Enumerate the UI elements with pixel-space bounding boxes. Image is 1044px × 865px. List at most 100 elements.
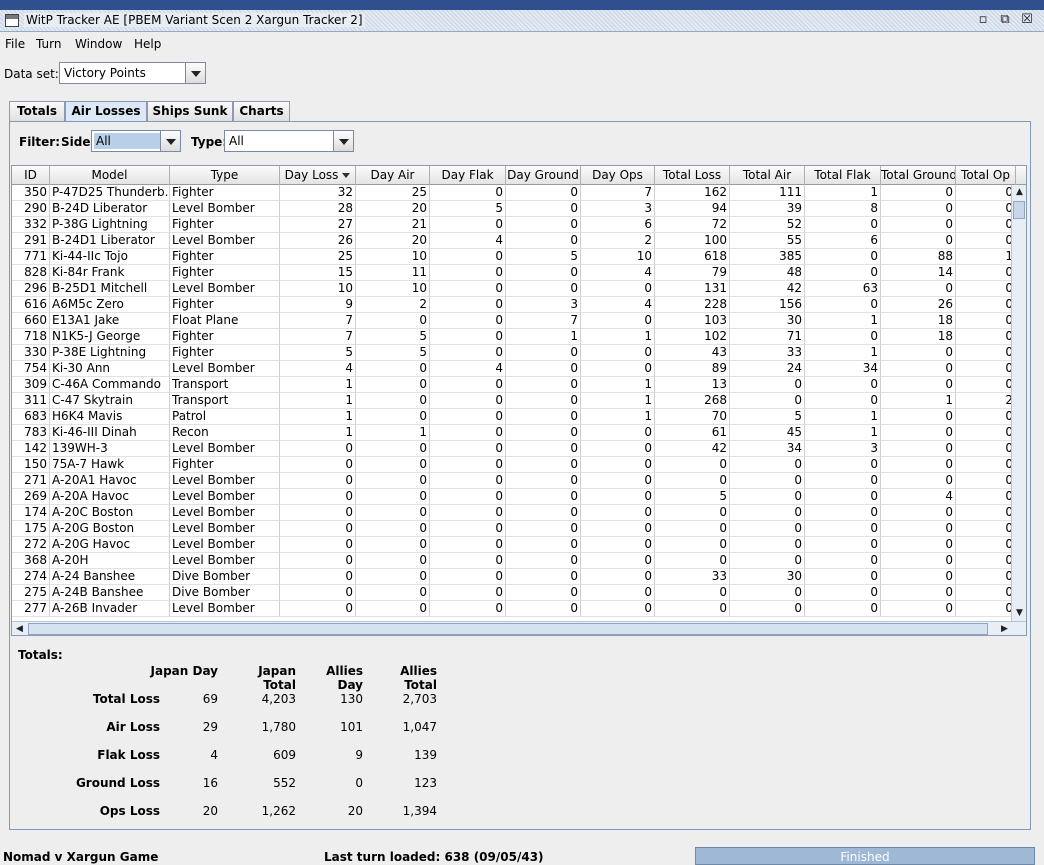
table-row[interactable]: 616A6M5c ZeroFighter920342281560260	[12, 297, 1012, 313]
type-select[interactable]: All	[224, 130, 354, 152]
totals-value: 1,780	[261, 720, 296, 734]
column-header[interactable]: Type	[170, 166, 280, 185]
table-cell: 0	[430, 569, 506, 585]
vertical-scrollbar[interactable]: ▲ ▼	[1011, 185, 1026, 621]
table-cell: 0	[430, 553, 506, 569]
column-header[interactable]: Total Loss	[655, 166, 730, 185]
menu-help[interactable]: Help	[134, 37, 161, 51]
table-row[interactable]: 368A-20HLevel Bomber0000000000	[12, 553, 1012, 569]
filter-label: Filter:	[19, 135, 61, 149]
table-row[interactable]: 311C-47 SkytrainTransport100012680012	[12, 393, 1012, 409]
menu-turn[interactable]: Turn	[36, 37, 61, 51]
table-cell: 0	[356, 457, 430, 473]
menu-file[interactable]: File	[5, 37, 25, 51]
table-row[interactable]: 175A-20G BostonLevel Bomber0000000000	[12, 521, 1012, 537]
table-row[interactable]: 683H6K4 MavisPatrol10001705100	[12, 409, 1012, 425]
table-row[interactable]: 291 B-24D1 Liberator Level Bomber 26 20 4 0 2 10…	[12, 233, 1012, 249]
column-header[interactable]: Day Air	[356, 166, 430, 185]
table-row[interactable]: 15075A-7 HawkFighter0000000000	[12, 457, 1012, 473]
totals-row-label: Ops Loss	[99, 804, 160, 818]
table-row[interactable]: 277A-26B InvaderLevel Bomber0000000000	[12, 601, 1012, 617]
dataset-select[interactable]: Victory Points	[59, 62, 206, 84]
table-row[interactable]: 783Ki-46-III DinahRecon110006145100	[12, 425, 1012, 441]
table-cell: Level Bomber	[170, 601, 280, 617]
scroll-down-icon[interactable]: ▼	[1012, 606, 1026, 621]
column-header[interactable]: Total Op	[956, 166, 1016, 185]
scroll-up-icon[interactable]: ▲	[1012, 185, 1026, 200]
column-header[interactable]: ID	[12, 166, 50, 185]
table-cell: A6M5c Zero	[50, 297, 170, 313]
table-row[interactable]: 309C-46A CommandoTransport10001130000	[12, 377, 1012, 393]
table-cell: 10	[356, 281, 430, 297]
table-cell: 5	[730, 409, 805, 425]
table-cell: 0	[805, 601, 881, 617]
table-row[interactable]: 771 Ki-44-IIc Tojo Fighter 25 10 0 5 10 618 385 0 8…	[12, 249, 1012, 265]
table-cell: 0	[430, 601, 506, 617]
column-header[interactable]: Day Ops	[581, 166, 655, 185]
table-cell: 0	[956, 361, 1012, 377]
table-row[interactable]: 718N1K5-J GeorgeFighter75011102710180	[12, 329, 1012, 345]
tab-charts[interactable]: Charts	[233, 101, 290, 121]
table-cell: 10	[280, 281, 356, 297]
table-row[interactable]: 142139WH-3Level Bomber000004234300	[12, 441, 1012, 457]
table-row[interactable]: 174A-20C BostonLevel Bomber0000000000	[12, 505, 1012, 521]
maximize-icon[interactable]: ⧉	[996, 12, 1014, 29]
chevron-down-icon[interactable]	[160, 131, 180, 151]
column-header[interactable]: Total Air	[730, 166, 805, 185]
table-cell: N1K5-J George	[50, 329, 170, 345]
table-cell: 0	[956, 585, 1012, 601]
window-titlebar[interactable]: WitP Tracker AE [PBEM Variant Scen 2 Xar…	[0, 10, 1044, 32]
table-row[interactable]: 350 P-47D25 Thunderb... Fighter 32 25 0 0 7 162 1…	[12, 185, 1012, 201]
table-row[interactable]: 271A-20A1 HavocLevel Bomber0000000000	[12, 473, 1012, 489]
tab-totals[interactable]: Totals	[9, 101, 65, 121]
table-cell: 828	[12, 265, 50, 281]
column-header-label: Total Air	[742, 168, 792, 182]
column-header[interactable]: Day Loss	[280, 166, 356, 185]
table-cell: 89	[655, 361, 730, 377]
close-icon[interactable]: ☒	[1018, 12, 1036, 29]
table-row[interactable]: 290 B-24D Liberator Level Bomber 28 20 5 0 3 94 3…	[12, 201, 1012, 217]
table-cell: 5	[506, 249, 581, 265]
tab-air-losses[interactable]: Air Losses	[65, 101, 147, 122]
table-cell: 0	[356, 393, 430, 409]
column-header[interactable]: Day Ground	[506, 166, 581, 185]
column-header[interactable]: Total Flak	[805, 166, 881, 185]
table-row[interactable]: 330P-38E LightningFighter550004333100	[12, 345, 1012, 361]
vertical-scroll-thumb[interactable]	[1013, 201, 1025, 219]
chevron-down-icon[interactable]	[185, 63, 205, 83]
horizontal-scrollbar[interactable]: ◀ ▶	[12, 621, 1026, 635]
table-row[interactable]: 275A-24B BansheeDive Bomber0000000000	[12, 585, 1012, 601]
table-cell: 0	[805, 473, 881, 489]
menu-window[interactable]: Window	[75, 37, 122, 51]
side-select[interactable]: All	[91, 130, 181, 152]
totals-value: 9	[355, 748, 363, 762]
scroll-right-icon[interactable]: ▶	[997, 622, 1012, 635]
table-cell: 0	[881, 425, 956, 441]
table-row[interactable]: 828Ki-84r FrankFighter151100479480140	[12, 265, 1012, 281]
chevron-down-icon[interactable]	[333, 131, 353, 151]
table-cell: 0	[956, 441, 1012, 457]
table-row[interactable]: 269A-20A HavocLevel Bomber0000050040	[12, 489, 1012, 505]
table-row[interactable]: 660E13A1 JakeFloat Plane70070103301180	[12, 313, 1012, 329]
table-cell: 0	[581, 537, 655, 553]
table-row[interactable]: 332P-38G LightningFighter27210067252000	[12, 217, 1012, 233]
minimize-icon[interactable]: ▫	[974, 12, 992, 29]
column-header[interactable]: Day Flak	[430, 166, 506, 185]
table-cell: 0	[430, 217, 506, 233]
table-cell: 6	[805, 233, 881, 249]
totals-header-allies-total: Allies Total	[400, 664, 437, 692]
table-cell: 0	[956, 521, 1012, 537]
table-cell: 0	[956, 569, 1012, 585]
table-row[interactable]: 274A-24 BansheeDive Bomber000003330000	[12, 569, 1012, 585]
horizontal-scroll-thumb[interactable]	[28, 623, 988, 635]
column-header[interactable]: Total Ground	[881, 166, 956, 185]
table-row[interactable]: 754Ki-30 AnnLevel Bomber4040089243400	[12, 361, 1012, 377]
table-cell: 48	[730, 265, 805, 281]
column-header[interactable]: Model	[50, 166, 170, 185]
scroll-left-icon[interactable]: ◀	[12, 622, 27, 635]
table-cell: 10	[356, 249, 430, 265]
table-row[interactable]: 296 B-25D1 Mitchell Level Bomber 10 10 0 0 0 131…	[12, 281, 1012, 297]
tab-ships-sunk[interactable]: Ships Sunk	[147, 101, 233, 121]
table-cell: 13	[655, 377, 730, 393]
table-row[interactable]: 272A-20G HavocLevel Bomber0000000000	[12, 537, 1012, 553]
